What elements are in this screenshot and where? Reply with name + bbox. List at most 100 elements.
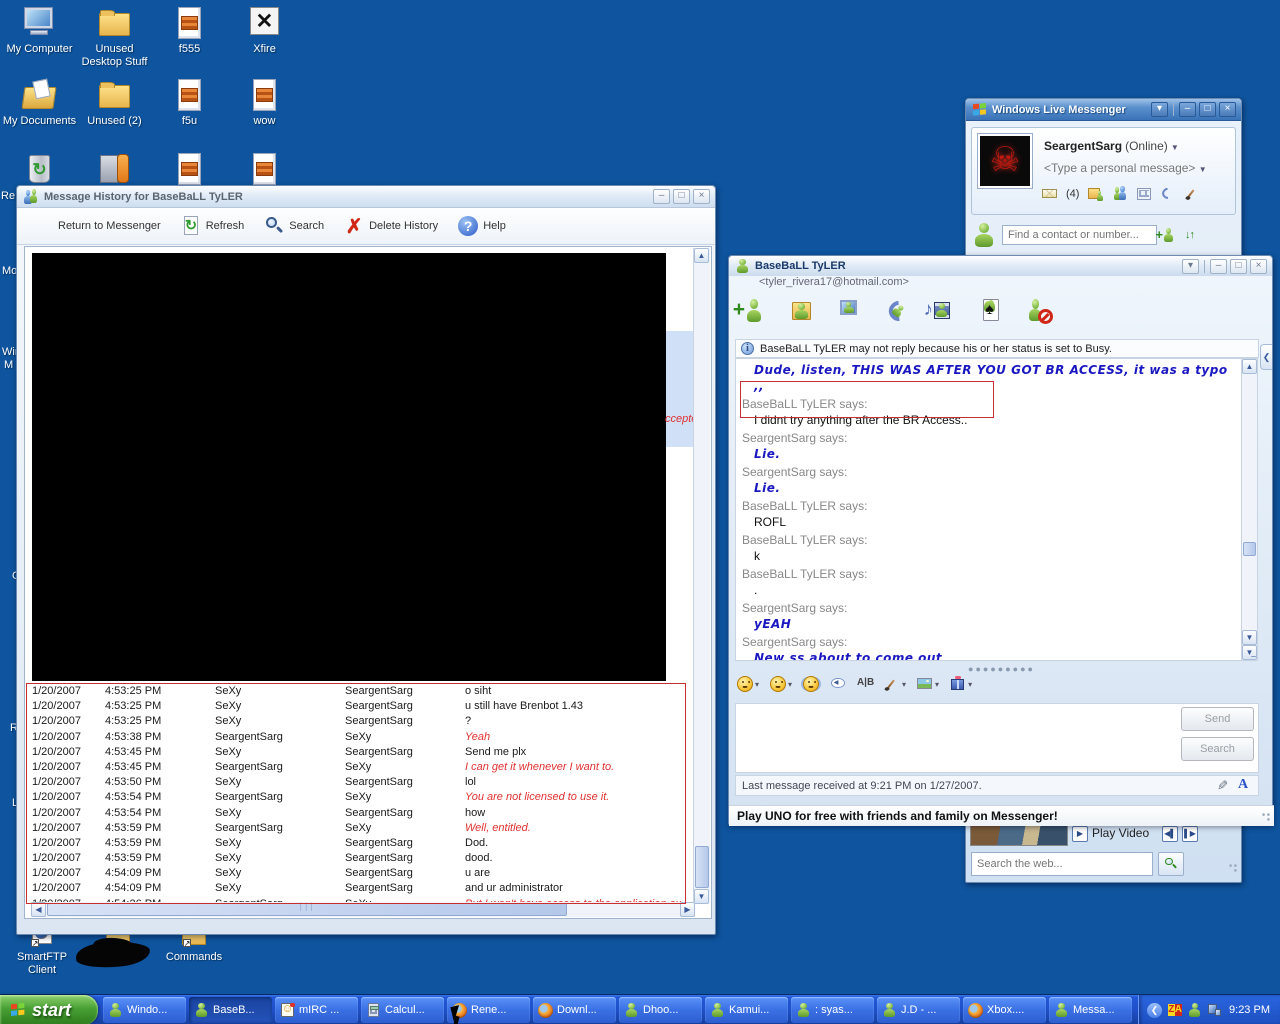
user-status[interactable]: (Online) bbox=[1125, 139, 1168, 153]
taskbar-button[interactable]: mIRC ... bbox=[275, 997, 358, 1023]
format-toolbar-button[interactable] bbox=[882, 674, 908, 694]
play-video-button[interactable]: ▶ bbox=[1072, 826, 1088, 842]
sort-contacts-icon[interactable]: ↓↑ bbox=[1185, 229, 1194, 241]
log-row[interactable]: 1/20/2007 4:53:45 PM SeXy SeargentSarg S… bbox=[32, 745, 694, 760]
taskbar-button[interactable]: Dhoo... bbox=[619, 997, 702, 1023]
log-row[interactable]: 1/20/2007 4:53:38 PM SeargentSarg SeXy Y… bbox=[32, 730, 694, 745]
desktop-icon[interactable]: My Documents bbox=[2, 78, 77, 128]
search-button[interactable]: Search bbox=[1181, 737, 1254, 761]
format-toolbar-button[interactable] bbox=[735, 674, 761, 694]
chat-toolbar-icon[interactable] bbox=[980, 298, 1006, 324]
messenger-tray-icon[interactable] bbox=[1188, 1003, 1202, 1018]
log-row[interactable]: 1/20/2007 4:53:54 PM SeXy SeargentSarg h… bbox=[32, 806, 694, 821]
tray-chevron-icon[interactable]: ❮ bbox=[1147, 1003, 1162, 1018]
close-button[interactable]: × bbox=[693, 189, 710, 204]
add-contact-icon[interactable] bbox=[1163, 227, 1179, 243]
log-row[interactable]: 1/20/2007 4:53:25 PM SeXy SeargentSarg o… bbox=[32, 684, 694, 699]
history-titlebar[interactable]: Message History for BaseBaLL TyLER – □ × bbox=[17, 186, 715, 208]
format-toolbar-button[interactable] bbox=[768, 674, 794, 694]
appearance-brush-icon[interactable] bbox=[1184, 186, 1199, 201]
desktop-icon[interactable] bbox=[227, 152, 302, 186]
chat-toolbar-icon[interactable] bbox=[839, 298, 865, 324]
desktop-icon[interactable]: wow bbox=[227, 78, 302, 128]
history-toolbar-button[interactable]: Help bbox=[450, 212, 514, 240]
desktop-icon[interactable] bbox=[77, 152, 152, 186]
scroll-to-bottom-button[interactable]: ▼̲ bbox=[1242, 645, 1257, 660]
taskbar-button[interactable]: Kamui... bbox=[705, 997, 788, 1023]
maximize-button[interactable]: □ bbox=[1230, 259, 1247, 274]
log-row[interactable]: 1/20/2007 4:53:45 PM SeargentSarg SeXy I… bbox=[32, 760, 694, 775]
personal-message-caret[interactable]: ▼ bbox=[1199, 165, 1207, 174]
history-vertical-scrollbar[interactable]: ▲ ▼ bbox=[693, 248, 710, 904]
display-tray-icon[interactable] bbox=[1207, 1003, 1221, 1018]
chat-titlebar[interactable]: BaseBaLL TyLER ▾ – □ × bbox=[729, 256, 1272, 276]
format-toolbar-button[interactable] bbox=[828, 674, 848, 694]
text-mode-icon[interactable] bbox=[1238, 779, 1252, 793]
chat-toolbar-icon[interactable] bbox=[792, 298, 818, 324]
desktop-icon[interactable]: Unused Desktop Stuff bbox=[77, 6, 152, 69]
chat-toolbar-icon[interactable] bbox=[933, 298, 959, 324]
pane-splitter-dots[interactable]: ●●●●●●●●● bbox=[729, 664, 1274, 674]
sidebar-expand-tab[interactable]: ❮ bbox=[1260, 344, 1272, 370]
desktop-icon[interactable]: My Computer bbox=[2, 6, 77, 69]
log-row[interactable]: 1/20/2007 4:53:59 PM SeargentSarg SeXy W… bbox=[32, 821, 694, 836]
email-count[interactable]: (4) bbox=[1066, 188, 1079, 200]
desktop-icon[interactable]: Unused (2) bbox=[77, 78, 152, 128]
minimize-button[interactable]: – bbox=[1179, 102, 1196, 117]
log-row[interactable]: 1/20/2007 4:54:09 PM SeXy SeargentSarg u… bbox=[32, 866, 694, 881]
close-button[interactable]: × bbox=[1219, 102, 1236, 117]
taskbar-button[interactable]: Calcul... bbox=[361, 997, 444, 1023]
start-button[interactable]: start bbox=[0, 995, 98, 1024]
history-toolbar-button[interactable]: Search bbox=[256, 212, 332, 240]
previous-video-button[interactable]: ◀▌ bbox=[1162, 826, 1178, 842]
log-row[interactable]: 1/20/2007 4:53:59 PM SeXy SeargentSarg D… bbox=[32, 836, 694, 851]
minimize-button[interactable]: – bbox=[1210, 259, 1227, 274]
taskbar-button[interactable]: J.D - ... bbox=[877, 997, 960, 1023]
phone-icon[interactable] bbox=[1160, 186, 1175, 201]
web-search-input[interactable] bbox=[971, 852, 1153, 876]
taskbar-button[interactable]: Downl... bbox=[533, 997, 616, 1023]
minimize-button[interactable]: – bbox=[653, 189, 670, 204]
taskbar-button[interactable]: : syas... bbox=[791, 997, 874, 1023]
send-button[interactable]: Send bbox=[1181, 707, 1254, 731]
taskbar-button[interactable]: BaseB... bbox=[189, 997, 272, 1023]
window-menu-button[interactable]: ▾ bbox=[1182, 259, 1199, 274]
scroll-up-arrow[interactable]: ▲ bbox=[1242, 359, 1257, 374]
scroll-down-arrow[interactable]: ▼ bbox=[1242, 630, 1257, 645]
history-toolbar-button[interactable]: Delete History bbox=[336, 212, 446, 240]
format-toolbar-button[interactable] bbox=[801, 674, 821, 694]
chat-toolbar-icon[interactable] bbox=[886, 298, 912, 324]
dialpad-icon[interactable] bbox=[1136, 186, 1151, 201]
email-icon[interactable] bbox=[1042, 186, 1057, 201]
scroll-up-arrow[interactable]: ▲ bbox=[694, 248, 709, 263]
promo-banner[interactable]: Play UNO for free with friends and famil… bbox=[729, 805, 1274, 826]
log-row[interactable]: 1/20/2007 4:53:59 PM SeXy SeargentSarg d… bbox=[32, 851, 694, 866]
log-row[interactable]: 1/20/2007 4:53:50 PM SeXy SeargentSarg l… bbox=[32, 775, 694, 790]
taskbar-button[interactable]: Xbox.... bbox=[963, 997, 1046, 1023]
taskbar-button[interactable]: Windo... bbox=[103, 997, 186, 1023]
contacts-icon[interactable] bbox=[1112, 186, 1127, 201]
conversation-area[interactable]: Dude, listen, THIS WAS AFTER YOU GOT BR … bbox=[735, 358, 1241, 661]
web-search-button[interactable] bbox=[1158, 852, 1184, 876]
history-toolbar-button[interactable]: Return to Messenger bbox=[25, 212, 169, 240]
find-contact-input[interactable] bbox=[1002, 225, 1157, 245]
taskbar-button[interactable]: Messa... bbox=[1049, 997, 1132, 1023]
shared-folders-icon[interactable] bbox=[1088, 186, 1103, 201]
next-video-button[interactable]: ▌▶ bbox=[1182, 826, 1198, 842]
personal-message[interactable]: <Type a personal message> ▼ bbox=[1044, 161, 1207, 175]
desktop-icon[interactable]: Xfire bbox=[227, 6, 302, 69]
status-dropdown-caret[interactable]: ▼ bbox=[1171, 143, 1179, 152]
messenger-titlebar[interactable]: Windows Live Messenger ▾ – □ × bbox=[966, 99, 1241, 121]
history-toolbar-button[interactable]: Refresh bbox=[173, 212, 253, 240]
desktop-icon[interactable]: f555 bbox=[152, 6, 227, 69]
scrollbar-thumb[interactable] bbox=[695, 846, 709, 888]
desktop-icon[interactable] bbox=[152, 152, 227, 186]
format-toolbar-button[interactable] bbox=[948, 674, 974, 694]
scroll-down-arrow[interactable]: ▼ bbox=[694, 889, 709, 904]
chat-toolbar-icon[interactable] bbox=[1027, 298, 1053, 324]
close-button[interactable]: × bbox=[1250, 259, 1267, 274]
handwriting-mode-icon[interactable] bbox=[1216, 779, 1230, 793]
scroll-left-arrow[interactable]: ◀ bbox=[31, 902, 46, 917]
format-toolbar-button[interactable] bbox=[915, 674, 941, 694]
resize-grip[interactable] bbox=[1227, 862, 1239, 874]
